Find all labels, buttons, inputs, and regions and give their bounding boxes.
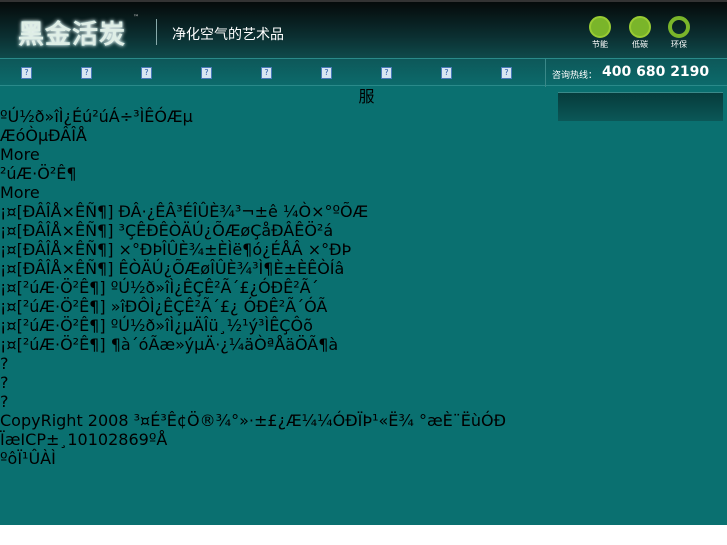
news-header: ÆóÒµÐÂÎÅ More ²úÆ·Ö²Ê¶ More xyxy=(0,126,727,202)
eco-label: 环保 xyxy=(671,40,687,49)
nav-item-broken-image-icon[interactable]: ? xyxy=(321,67,332,79)
nav-divider xyxy=(545,59,546,87)
eco-label: 低碳 xyxy=(632,40,648,49)
eco-friendly-badge: 环保 xyxy=(666,16,692,50)
nav-item-broken-image-icon[interactable]: ? xyxy=(141,67,152,79)
knowledge-item[interactable]: ¡¤[²úÆ·Ö²Ê¶] »îÐÔÌ¿ÊÇÊ²Ã´£¿ ÓÐÊ²Ã´ÓÃ xyxy=(0,297,727,316)
product-knowledge-more-link[interactable]: More xyxy=(0,183,727,202)
divider xyxy=(156,19,157,45)
logo[interactable]: 黑金活炭 xyxy=(18,14,126,51)
page: 黑金活炭 ™ 净化空气的艺术品 节能 低碳 环保 ? ? ? ? ? ? ? ?… xyxy=(0,0,727,525)
eco-label: 节能 xyxy=(592,40,608,49)
icp-number[interactable]: ÏæICP±¸10102869ºÅ xyxy=(0,430,727,449)
slogan: 净化空气的艺术品 xyxy=(172,27,284,43)
broken-image-icon: ? xyxy=(0,354,9,373)
low-carbon-badge: 低碳 xyxy=(627,16,653,50)
nav-item-broken-image-icon[interactable]: ? xyxy=(201,67,212,79)
copyright: CopyRight 2008 ³¤É³Ê¢Ö®¾°»·±£¿Æ¼¼ÓÐÏÞ¹«Ë… xyxy=(0,411,507,430)
header: 黑金活炭 ™ 净化空气的艺术品 节能 低碳 环保 xyxy=(0,0,727,58)
news-item[interactable]: ¡¤[ÐÂÎÅ×ÊÑ¶] ³ÇÊÐÊÒÄÚ¿ÕÆøÇåÐÂÊÖ²á xyxy=(0,221,727,240)
nav-bar: ? ? ? ? ? ? ? ? ? 咨询热线： 400 680 2190 xyxy=(0,58,727,87)
energy-saving-badge: 节能 xyxy=(587,16,613,50)
leaf-icon xyxy=(629,16,651,38)
nav-item-broken-image-icon[interactable]: ? xyxy=(381,67,392,79)
footer-extra: ºôÏ¹ÛÀÌ xyxy=(0,449,56,468)
company-news-title: ÆóÒµÐÂÎÅ xyxy=(0,126,87,145)
knowledge-item[interactable]: ¡¤[²úÆ·Ö²Ê¶] ¶à´óÃæ»ýµÄ·¿¼äÒªÅäÖÃ¶à xyxy=(0,335,727,354)
nav-item-broken-image-icon[interactable]: ? xyxy=(501,67,512,79)
nav-item-broken-image-icon[interactable]: ? xyxy=(261,67,272,79)
broken-image-icon: ? xyxy=(0,392,9,411)
nav-item-broken-image-icon[interactable]: ? xyxy=(21,67,32,79)
recycle-icon xyxy=(668,16,690,38)
hotline-number: 400 680 2190 xyxy=(602,64,710,80)
energy-icon xyxy=(589,16,611,38)
knowledge-item[interactable]: ¡¤[²úÆ·Ö²Ê¶] ºÚ½ð»îÌ¿µÄÎü¸½¹ý³ÌÊÇÔõ xyxy=(0,316,727,335)
broken-image-icon: ? xyxy=(0,373,9,392)
trademark: ™ xyxy=(133,14,139,21)
nav-item-broken-image-icon[interactable]: ? xyxy=(441,67,452,79)
nav-item-broken-image-icon[interactable]: ? xyxy=(81,67,92,79)
hotline-label: 咨询热线： xyxy=(552,71,598,81)
company-news-more-link[interactable]: More xyxy=(0,145,727,164)
product-knowledge-title: ²úÆ·Ö²Ê¶ xyxy=(0,164,77,183)
right-banner-box xyxy=(558,92,723,121)
news-item[interactable]: ¡¤[ÐÂÎÅ×ÊÑ¶] ÐÂ·¿ÊÂ³ÉÎÛÈ¾³¬±ê ¼Ò×°ºÕÆ xyxy=(0,202,727,221)
news-item[interactable]: ¡¤[ÐÂÎÅ×ÊÑ¶] ÊÒÄÚ¿ÕÆøÎÛÈ¾³Ì¶È±ÈÊÒÍâ xyxy=(0,259,727,278)
news-item[interactable]: ¡¤[ÐÂÎÅ×ÊÑ¶] ×°ÐÞÎÛÈ¾±ÈÌë¶ó¿ÉÅÂ ×°ÐÞ xyxy=(0,240,727,259)
footer: CopyRight 2008 ³¤É³Ê¢Ö®¾°»·±£¿Æ¼¼ÓÐÏÞ¹«Ë… xyxy=(0,411,727,468)
knowledge-item[interactable]: ¡¤[²úÆ·Ö²Ê¶] ºÚ½ð»îÌ¿ÊÇÊ²Ã´£¿ÓÐÊ²Ã´ xyxy=(0,278,727,297)
news-panel: ÆóÒµÐÂÎÅ More ²úÆ·Ö²Ê¶ More ¡¤[ÐÂÎÅ×ÊÑ¶]… xyxy=(0,126,727,354)
